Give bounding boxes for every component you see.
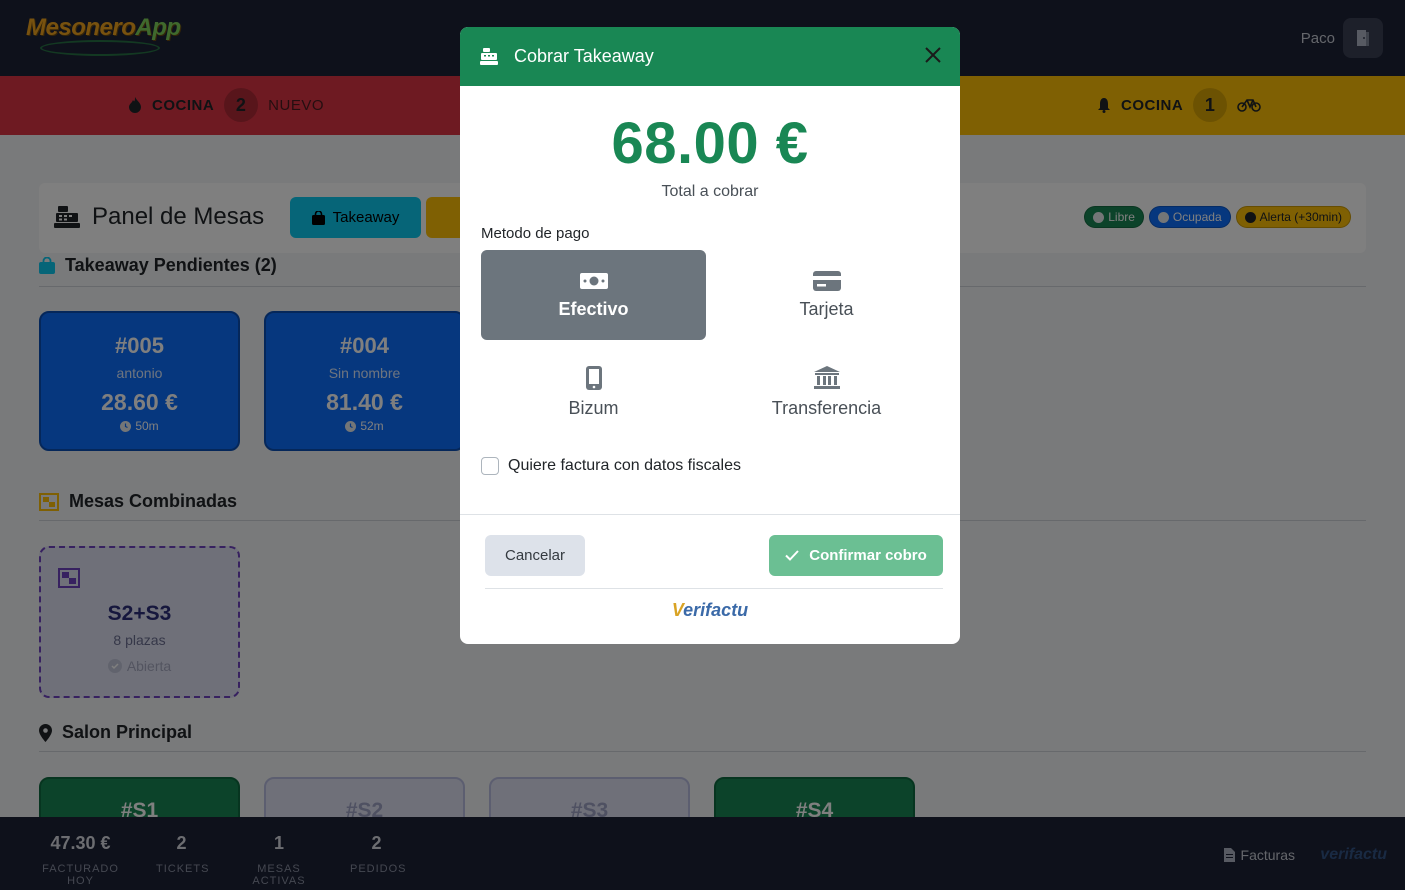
total-label: Total a cobrar — [661, 183, 759, 200]
close-icon[interactable] — [924, 46, 942, 64]
payment-option-bizum[interactable]: Bizum — [481, 347, 706, 437]
credit-card-icon — [812, 270, 841, 291]
verifactu-logo: Verifactu — [671, 600, 749, 620]
payment-option-transfer[interactable]: Transferencia — [714, 347, 939, 437]
cash-register-icon — [480, 48, 498, 65]
cancel-button[interactable]: Cancelar — [485, 535, 585, 576]
bank-icon — [813, 365, 840, 389]
modal-title: Cobrar Takeaway — [514, 46, 654, 66]
divider — [460, 514, 960, 515]
payment-option-cash[interactable]: Efectivo — [481, 250, 706, 340]
payment-option-card[interactable]: Tarjeta — [714, 250, 939, 340]
divider — [485, 588, 943, 589]
cash-icon — [579, 272, 608, 289]
total-amount: 68.00 € — [611, 111, 809, 176]
invoice-checkbox-label: Quiere factura con datos fiscales — [508, 457, 742, 474]
check-icon — [785, 550, 799, 561]
invoice-checkbox[interactable] — [481, 457, 499, 475]
invoice-checkbox-row[interactable]: Quiere factura con datos fiscales — [481, 457, 741, 475]
modal-header: Cobrar Takeaway — [460, 27, 960, 86]
payment-modal: Cobrar Takeaway 68.00 € Total a cobrar M… — [460, 27, 960, 644]
confirm-payment-button[interactable]: Confirmar cobro — [769, 535, 943, 576]
payment-method-label: Metodo de pago — [481, 225, 590, 242]
phone-icon — [585, 365, 602, 390]
